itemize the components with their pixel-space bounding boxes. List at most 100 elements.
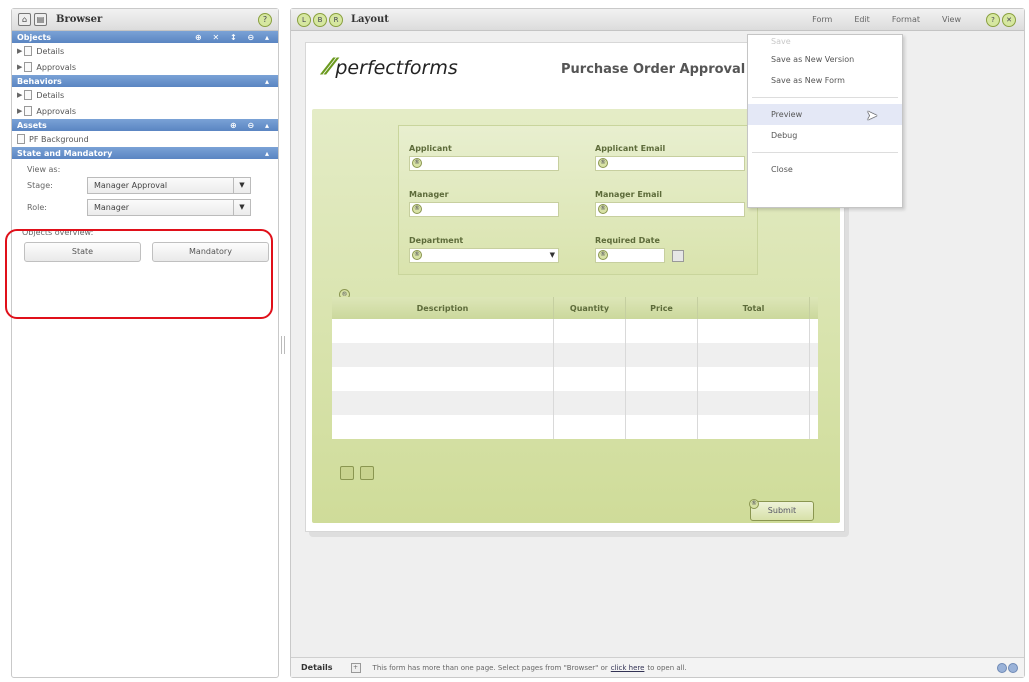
behaviors-section-title: Behaviors bbox=[17, 76, 62, 86]
dropdown-arrow-icon[interactable]: ▼ bbox=[233, 199, 250, 215]
manager-label: Manager bbox=[409, 190, 449, 199]
menu-item-preview[interactable]: Preview ➤ bbox=[748, 104, 902, 125]
dropdown-arrow-icon[interactable]: ▼ bbox=[550, 251, 555, 259]
state-mandatory-section-bar[interactable]: State and Mandatory ▴ bbox=[12, 147, 278, 159]
form-icon[interactable]: ▤ bbox=[34, 13, 47, 26]
open-all-link[interactable]: click here bbox=[611, 664, 645, 672]
state-button[interactable]: State bbox=[24, 242, 141, 262]
role-label: Role: bbox=[27, 202, 47, 212]
mandatory-button[interactable]: Mandatory bbox=[152, 242, 269, 262]
submit-button[interactable]: ® Submit bbox=[749, 499, 814, 521]
col-quantity: Quantity bbox=[554, 297, 626, 319]
tree-item-behaviors-approvals[interactable]: ▶ Approvals bbox=[12, 103, 278, 119]
form-menu-dropdown: Save Save as New Version Save as New For… bbox=[747, 34, 903, 208]
menu-format[interactable]: Format bbox=[881, 15, 931, 24]
required-date-input[interactable]: ® bbox=[595, 248, 684, 263]
manager-email-label: Manager Email bbox=[595, 190, 663, 199]
department-field: Department ® ▼ bbox=[409, 236, 559, 263]
menu-item-debug[interactable]: Debug bbox=[748, 125, 902, 146]
zoom-out-icon[interactable] bbox=[997, 662, 1007, 673]
table-row[interactable] bbox=[332, 391, 818, 415]
menu-edit[interactable]: Edit bbox=[843, 15, 881, 24]
role-value: Manager bbox=[94, 202, 130, 212]
objects-section-bar[interactable]: Objects ⊕ ✕ ↕ ⊖ ▴ bbox=[12, 31, 278, 43]
behaviors-section-bar[interactable]: Behaviors ▴ bbox=[12, 75, 278, 87]
page-icon bbox=[24, 62, 33, 72]
form-title: Purchase Order Approval bbox=[561, 62, 746, 77]
tree-item-objects-approvals[interactable]: ▶ Approvals bbox=[12, 59, 278, 75]
manager-input[interactable]: ® bbox=[409, 202, 559, 217]
preview-label: Preview bbox=[771, 110, 803, 119]
applicant-email-field: Applicant Email ® bbox=[595, 144, 745, 171]
zoom-in-icon[interactable] bbox=[1008, 662, 1018, 673]
required-date-field: Required Date ® bbox=[595, 236, 684, 263]
browser-panel: ⌂ ▤ Browser ? Objects ⊕ ✕ ↕ ⊖ ▴ ▶ Detail… bbox=[11, 8, 279, 678]
collapse-icon[interactable]: ▴ bbox=[265, 77, 273, 86]
tree-item-pf-background[interactable]: PF Background bbox=[12, 131, 278, 147]
folder-icon[interactable]: ⌂ bbox=[18, 13, 31, 26]
menu-separator bbox=[752, 97, 898, 98]
script-marker-icon: ® bbox=[598, 158, 608, 168]
role-select[interactable]: Manager ▼ bbox=[87, 198, 251, 216]
expand-arrow-icon[interactable]: ▶ bbox=[17, 107, 22, 115]
status-message: This form has more than one page. Select… bbox=[372, 663, 608, 672]
assets-section-title: Assets bbox=[17, 120, 47, 130]
mouse-cursor-icon: ➤ bbox=[866, 108, 878, 124]
state-section-title: State and Mandatory bbox=[17, 148, 113, 158]
col-price: Price bbox=[626, 297, 698, 319]
objects-tools-icon[interactable]: ⊕ ✕ ↕ ⊖ ▴ bbox=[195, 33, 273, 42]
page-tab-details[interactable]: Details bbox=[291, 663, 343, 672]
tree-item-label: Approvals bbox=[36, 106, 77, 116]
assets-tools-icon[interactable]: ⊕ ⊖ ▴ bbox=[230, 121, 273, 130]
calendar-icon[interactable] bbox=[672, 250, 684, 262]
menu-item-save-new-version[interactable]: Save as New Version bbox=[748, 49, 902, 70]
col-total: Total bbox=[698, 297, 810, 319]
manager-email-input[interactable]: ® bbox=[595, 202, 745, 217]
assets-section-bar[interactable]: Assets ⊕ ⊖ ▴ bbox=[12, 119, 278, 131]
script-marker-icon: ® bbox=[412, 250, 422, 260]
stage-label: Stage: bbox=[27, 180, 53, 190]
tree-item-behaviors-details[interactable]: ▶ Details bbox=[12, 87, 278, 103]
menu-item-save-new-form[interactable]: Save as New Form bbox=[748, 70, 902, 91]
table-row-buttons bbox=[340, 466, 374, 480]
remove-row-icon[interactable] bbox=[360, 466, 374, 480]
align-right-icon[interactable]: R bbox=[329, 12, 343, 27]
script-marker-icon: ® bbox=[598, 250, 608, 260]
table-row[interactable] bbox=[332, 343, 818, 367]
logo-text: perfectforms bbox=[335, 56, 458, 79]
layout-title: Layout bbox=[351, 14, 389, 25]
expand-arrow-icon[interactable]: ▶ bbox=[17, 47, 22, 55]
table-row[interactable] bbox=[332, 319, 818, 343]
items-table: Description Quantity Price Total bbox=[332, 297, 818, 451]
help-icon[interactable]: ? bbox=[986, 12, 1000, 27]
close-icon[interactable]: ✕ bbox=[1002, 12, 1016, 27]
col-description: Description bbox=[332, 297, 554, 319]
expand-arrow-icon[interactable]: ▶ bbox=[17, 63, 22, 71]
collapse-icon[interactable]: ▴ bbox=[265, 149, 273, 158]
tree-item-objects-details[interactable]: ▶ Details bbox=[12, 43, 278, 59]
applicant-email-input[interactable]: ® bbox=[595, 156, 745, 171]
department-select[interactable]: ® ▼ bbox=[409, 248, 559, 263]
status-controls bbox=[997, 662, 1018, 673]
table-row[interactable] bbox=[332, 415, 818, 439]
status-bar: Details + This form has more than one pa… bbox=[291, 657, 1024, 677]
menu-item-close[interactable]: Close bbox=[748, 159, 902, 180]
table-row[interactable] bbox=[332, 367, 818, 391]
menu-form[interactable]: Form bbox=[801, 15, 843, 24]
new-page-icon[interactable]: + bbox=[350, 662, 361, 673]
panel-splitter-handle[interactable] bbox=[281, 336, 285, 354]
page-icon bbox=[24, 106, 33, 116]
menu-separator bbox=[752, 152, 898, 153]
manager-field: Manager ® bbox=[409, 190, 559, 217]
role-row: Role: Manager ▼ bbox=[12, 196, 278, 218]
menu-view[interactable]: View bbox=[931, 15, 972, 24]
applicant-input[interactable]: ® bbox=[409, 156, 559, 171]
stage-select[interactable]: Manager Approval ▼ bbox=[87, 176, 251, 194]
view-as-label: View as: bbox=[27, 165, 61, 174]
add-row-icon[interactable] bbox=[340, 466, 354, 480]
help-icon[interactable]: ? bbox=[258, 12, 272, 27]
expand-arrow-icon[interactable]: ▶ bbox=[17, 91, 22, 99]
align-both-icon[interactable]: B bbox=[313, 12, 327, 27]
align-left-icon[interactable]: L bbox=[297, 12, 311, 27]
dropdown-arrow-icon[interactable]: ▼ bbox=[233, 177, 250, 193]
